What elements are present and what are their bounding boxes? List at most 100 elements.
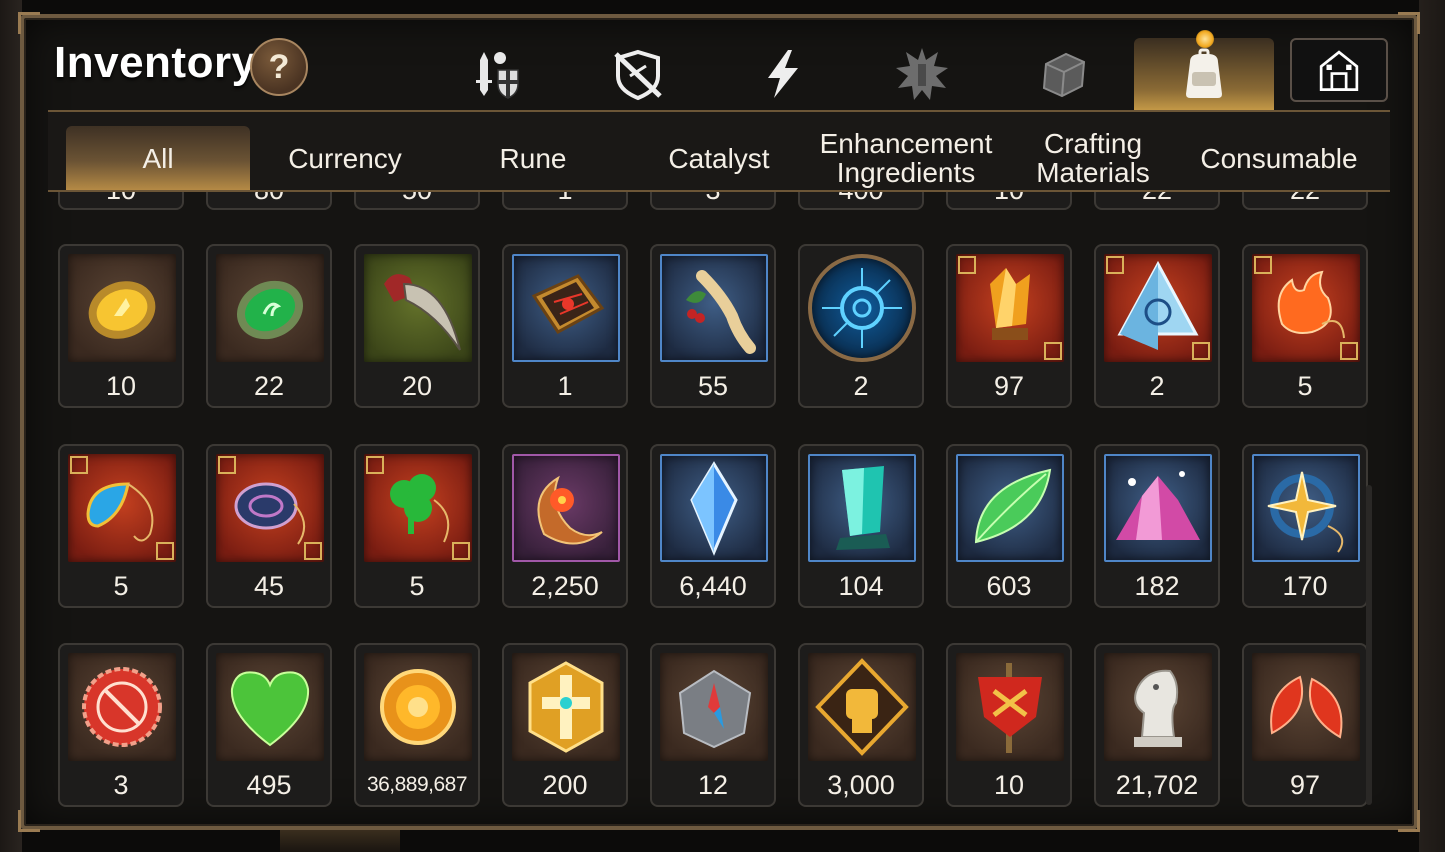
scrollbar[interactable] [1366,485,1372,805]
inventory-slot-partial[interactable]: 400 [798,192,924,210]
inventory-slot-partial[interactable]: 3 [650,192,776,210]
item-quantity: 12 [697,770,729,800]
category-castle[interactable] [1290,38,1388,102]
inventory-slot[interactable]: 182 [1094,444,1220,608]
inventory-slot[interactable]: 10 [58,244,184,408]
item-quantity: 45 [253,571,285,601]
water-amulet-icon [68,454,176,562]
frame-corner [1398,810,1420,832]
category-backpack[interactable] [1172,42,1236,106]
tab-crafting-materials[interactable]: Crafting Materials [1008,126,1178,190]
inventory-slot[interactable]: 200 [502,643,628,807]
green-heart-icon [216,653,324,761]
inventory-slot-partial[interactable]: 1 [502,192,628,210]
blue-seal-icon [808,254,916,362]
item-quantity: 6,440 [679,571,747,601]
category-crossed-shield[interactable] [606,42,670,106]
inventory-slot-partial[interactable]: 22 [1242,192,1368,210]
amber-crystal-icon [956,254,1064,362]
inventory-slot-partial[interactable]: 80 [206,192,332,210]
tab-all[interactable]: All [66,126,250,190]
frame-corner [18,810,40,832]
tab-enhancement-ingredients[interactable]: Enhancement Ingredients [816,126,996,190]
item-quantity: 10 [993,770,1025,800]
inventory-grid: 10 80 50 1 3 400 10 22 22 10 22 20 1 55 [50,192,1372,808]
item-quantity: 80 [208,192,330,206]
inventory-slot[interactable]: 6,440 [650,444,776,608]
rune-tome-icon [512,254,620,362]
inventory-slot[interactable]: 603 [946,444,1072,608]
item-quantity: 50 [356,192,478,206]
tab-catalyst[interactable]: Catalyst [636,126,802,190]
item-quantity: 22 [1244,192,1366,206]
inventory-slot[interactable]: 495 [206,643,332,807]
tab-rune[interactable]: Rune [450,126,616,190]
inventory-slot[interactable]: 3 [58,643,184,807]
knight-chess-icon [1104,653,1212,761]
item-quantity: 200 [542,770,588,800]
inventory-slot[interactable]: 12 [650,643,776,807]
inventory-slot-partial[interactable]: 50 [354,192,480,210]
item-quantity: 3 [652,192,774,206]
inventory-slot[interactable]: 2 [1094,244,1220,408]
inventory-slot[interactable]: 45 [206,444,332,608]
crossed-shield-icon [614,49,662,101]
gold-coin-icon [364,653,472,761]
frame-corner [18,12,40,34]
red-claw-icon [364,254,472,362]
inventory-slot[interactable]: 170 [1242,444,1368,608]
inventory-slot[interactable]: 20 [354,244,480,408]
inventory-slot[interactable]: 10 [946,643,1072,807]
inventory-slot[interactable]: 104 [798,444,924,608]
knight-shield-icon [476,52,519,99]
item-quantity: 104 [838,571,884,601]
inventory-slot[interactable]: 97 [1242,643,1368,807]
category-burst-emblem[interactable] [890,42,954,106]
inventory-slot[interactable]: 5 [1242,244,1368,408]
inventory-slot[interactable]: 2,250 [502,444,628,608]
green-leaf-icon [956,454,1064,562]
green-gem-icon [216,254,324,362]
item-quantity: 1 [557,371,573,401]
root-herb-icon [660,254,768,362]
inventory-slot[interactable]: 97 [946,244,1072,408]
inventory-slot[interactable]: 3,000 [798,643,924,807]
frame-corner [1398,12,1420,34]
backpack-icon [1186,48,1222,98]
item-quantity: 400 [800,192,922,206]
item-quantity: 170 [1282,571,1328,601]
background-strip-right [1419,0,1445,852]
inventory-slot[interactable]: 21,702 [1094,643,1220,807]
category-knight-shield[interactable] [466,42,530,106]
inventory-slot[interactable]: 2 [798,244,924,408]
item-quantity: 21,702 [1115,770,1199,800]
star-amulet-icon [1252,454,1360,562]
tab-currency[interactable]: Currency [262,126,428,190]
category-cube[interactable] [1032,42,1096,106]
flower-crescent-icon [512,454,620,562]
war-banner-icon [956,653,1064,761]
inventory-slot[interactable]: 55 [650,244,776,408]
inventory-slot[interactable]: 1 [502,244,628,408]
inventory-slot[interactable]: 5 [354,444,480,608]
inventory-slot[interactable]: 5 [58,444,184,608]
inventory-slot-partial[interactable]: 10 [58,192,184,210]
help-button[interactable]: ? [250,38,308,96]
item-quantity: 3 [113,770,129,800]
cube-icon [1042,52,1086,98]
inventory-slot[interactable]: 22 [206,244,332,408]
item-quantity: 603 [986,571,1032,601]
category-lightning[interactable] [750,42,814,106]
item-quantity: 2 [1149,371,1165,401]
item-quantity: 55 [697,371,729,401]
tab-consumable[interactable]: Consumable [1190,126,1368,190]
item-quantity: 5 [409,571,425,601]
item-quantity: 3,000 [827,770,895,800]
inventory-slot[interactable]: 36,889,687 [354,643,480,807]
clover-amulet-icon [364,454,472,562]
inventory-slot-partial[interactable]: 10 [946,192,1072,210]
inventory-slot-partial[interactable]: 22 [1094,192,1220,210]
teal-crystal-icon [808,454,916,562]
item-quantity: 2,250 [531,571,599,601]
item-quantity: 22 [1096,192,1218,206]
